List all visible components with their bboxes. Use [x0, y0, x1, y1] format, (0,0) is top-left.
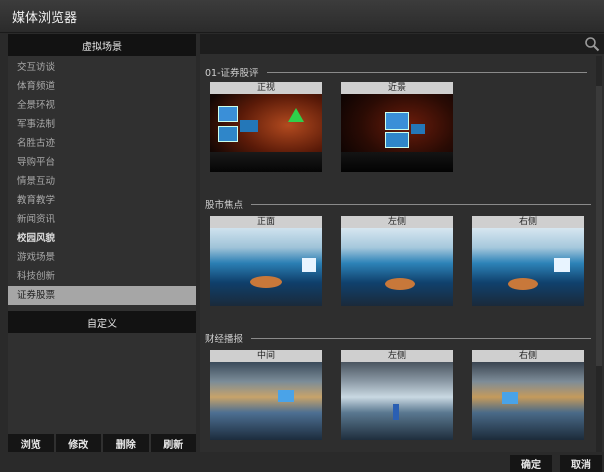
- category-item[interactable]: 体育频道: [8, 77, 196, 96]
- scrollbar[interactable]: [596, 56, 602, 452]
- refresh-button[interactable]: 刷新: [150, 434, 196, 452]
- section-title: 股市焦点: [205, 197, 592, 211]
- section-divider: [266, 71, 587, 73]
- screen-block: [385, 132, 409, 148]
- category-item[interactable]: 全景环视: [8, 96, 196, 115]
- screen-block: [385, 112, 409, 130]
- category-item[interactable]: 校园风貌: [8, 229, 196, 248]
- scene-thumbnail[interactable]: 右侧: [472, 216, 584, 306]
- screen-block: [240, 120, 258, 132]
- category-item[interactable]: 军事法制: [8, 115, 196, 134]
- scene-preview-image: [472, 228, 584, 306]
- section-divider: [251, 337, 592, 339]
- sidebar: 虚拟场景 交互访谈 体育频道 全景环视 军事法制 名胜古迹 导购平台 情景互动 …: [8, 34, 196, 452]
- section-title-text: 股市焦点: [205, 200, 244, 211]
- thumbnail-caption: 正视: [210, 82, 322, 94]
- section-title-text: 财经播报: [205, 334, 244, 345]
- screen-block: [218, 106, 238, 122]
- screen-block: [411, 124, 425, 134]
- category-item[interactable]: 教育教学: [8, 191, 196, 210]
- studio-desk: [250, 276, 282, 288]
- arrow-graphic: [288, 108, 304, 122]
- virtual-scene-header[interactable]: 虚拟场景: [8, 34, 196, 56]
- category-item[interactable]: 交互访谈: [8, 58, 196, 77]
- floor: [210, 152, 322, 172]
- section-title: 01-证券股评: [205, 65, 587, 79]
- screen-block: [554, 258, 570, 272]
- studio-desk: [385, 278, 415, 290]
- delete-button[interactable]: 删除: [103, 434, 149, 452]
- scrollbar-thumb[interactable]: [596, 86, 602, 366]
- studio-desk: [508, 278, 538, 290]
- custom-header[interactable]: 自定义: [8, 311, 196, 333]
- scene-thumbnail[interactable]: 中间: [210, 350, 322, 440]
- ok-button[interactable]: 确定: [510, 455, 552, 472]
- thumbnail-caption: 左侧: [341, 350, 453, 362]
- scene-thumbnail[interactable]: 正视: [210, 82, 322, 172]
- scene-thumbnail[interactable]: 右侧: [472, 350, 584, 440]
- scene-preview-image: [341, 94, 453, 172]
- thumbnail-caption: 中间: [210, 350, 322, 362]
- screen-block: [302, 258, 316, 272]
- section-title: 财经播报: [205, 331, 592, 345]
- scene-preview-image: [341, 362, 453, 440]
- section-divider: [251, 203, 592, 205]
- scene-thumbnail[interactable]: 近景: [341, 82, 453, 172]
- thumbnail-caption: 正面: [210, 216, 322, 228]
- thumbnail-caption: 左侧: [341, 216, 453, 228]
- section-title-text: 01-证券股评: [205, 68, 259, 79]
- category-item[interactable]: 导购平台: [8, 153, 196, 172]
- category-item[interactable]: 游戏场景: [8, 248, 196, 267]
- search-icon[interactable]: [584, 36, 600, 52]
- category-item[interactable]: 名胜古迹: [8, 134, 196, 153]
- browse-button[interactable]: 浏览: [8, 434, 54, 452]
- category-list: 交互访谈 体育频道 全景环视 军事法制 名胜古迹 导购平台 情景互动 教育教学 …: [8, 58, 196, 305]
- category-item[interactable]: 新闻资讯: [8, 210, 196, 229]
- category-item[interactable]: 科技创新: [8, 267, 196, 286]
- search-input[interactable]: [200, 34, 592, 54]
- cancel-button[interactable]: 取消: [560, 455, 602, 472]
- search-bar: [200, 34, 604, 54]
- scene-thumbnail[interactable]: 左侧: [341, 350, 453, 440]
- title-bar: 媒体浏览器: [0, 0, 604, 33]
- thumbnail-caption: 右侧: [472, 350, 584, 362]
- scene-thumbnail[interactable]: 正面: [210, 216, 322, 306]
- screen-block: [218, 126, 238, 142]
- media-panel: 01-证券股评 正视 近景 股市焦点 正面 左侧 右侧 财经播报 中间 左侧 右…: [200, 34, 604, 452]
- presenter-figure: [393, 404, 399, 420]
- edit-button[interactable]: 修改: [55, 434, 101, 452]
- category-item-selected[interactable]: 证券股票: [8, 286, 196, 305]
- thumbnail-caption: 近景: [341, 82, 453, 94]
- floor: [341, 152, 453, 172]
- scene-preview-image: [210, 94, 322, 172]
- scene-preview-image: [210, 228, 322, 306]
- screen-block: [502, 392, 518, 404]
- category-item[interactable]: 情景互动: [8, 172, 196, 191]
- scene-preview-image: [210, 362, 322, 440]
- scene-preview-image: [341, 228, 453, 306]
- screen-block: [278, 390, 294, 402]
- thumbnail-caption: 右侧: [472, 216, 584, 228]
- window-title: 媒体浏览器: [12, 11, 78, 26]
- scene-preview-image: [472, 362, 584, 440]
- sidebar-button-row: 浏览 修改 删除 刷新: [8, 434, 196, 452]
- scene-thumbnail[interactable]: 左侧: [341, 216, 453, 306]
